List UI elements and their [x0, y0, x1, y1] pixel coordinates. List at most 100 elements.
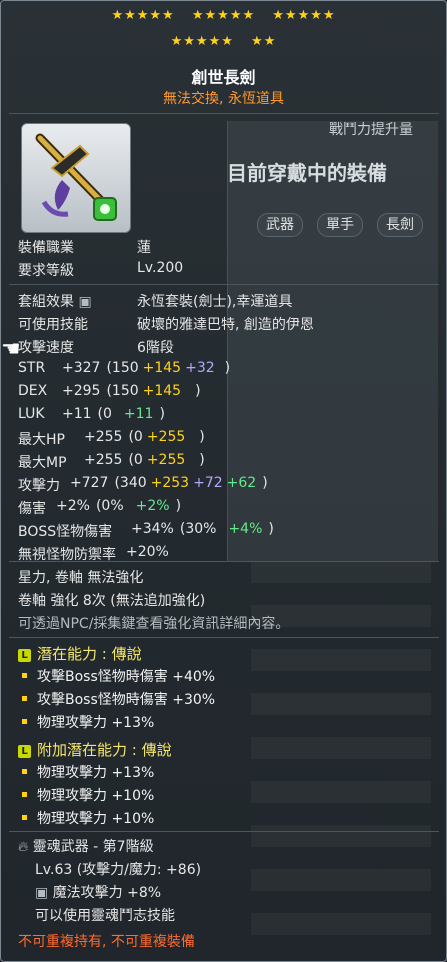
stat-add3: +4%: [228, 521, 263, 537]
currently-equipped-label: 目前穿戴中的裝備: [227, 161, 387, 185]
stat-value: +727 (340 +253 +72 +62): [70, 475, 274, 491]
stat-base: (0: [128, 452, 143, 468]
potential-line-2: 攻擊Boss怪物時傷害 +30%: [37, 692, 216, 708]
stat-base: (150: [106, 383, 139, 399]
item-name: 創世長劍: [191, 68, 256, 87]
stat-total: +295: [62, 383, 101, 399]
stat-total: +11: [62, 406, 92, 422]
set-effect-label: 套組效果 ▣: [18, 294, 92, 310]
bullet-icon: [22, 792, 27, 797]
flame-icon: 🔥︎: [18, 839, 29, 855]
stat-add1: +145: [142, 383, 182, 399]
stat-base: (0: [128, 429, 143, 445]
soul-weapon-title: 🔥︎ 靈魂武器 - 第7階級: [18, 839, 154, 855]
stat-total: +34%: [131, 521, 174, 537]
stat-close: ): [195, 383, 201, 399]
background-panel: [227, 121, 438, 561]
stat-total: +2%: [56, 498, 90, 514]
stat-add1: +145: [142, 360, 182, 376]
cursor-hand-icon: ☚: [1, 337, 21, 362]
usable-skill-label: 可使用技能: [18, 317, 88, 333]
stat-value: +295 (150 +145): [62, 383, 207, 399]
stat-add3: +11: [123, 406, 154, 422]
stat-close: ): [262, 475, 268, 491]
item-icon-frame: [21, 123, 131, 233]
stat-add1: +253: [150, 475, 190, 491]
stat-value: +20%: [126, 544, 199, 560]
usable-skill-value: 破壞的雅達巴特, 創造的伊恩: [137, 317, 314, 333]
stat-base: (340: [114, 475, 147, 491]
stat-base: (30%: [179, 521, 217, 537]
legendary-badge-icon: L: [18, 745, 31, 758]
stat-value: +2% (0% +2%): [56, 498, 187, 514]
bullet-icon: [22, 769, 27, 774]
stat-close: ): [175, 498, 182, 514]
divider: [9, 113, 439, 114]
stat-add2: +72: [193, 475, 223, 491]
attack-speed-label: 攻擊速度: [18, 340, 74, 356]
potential-line-1: 攻擊Boss怪物時傷害 +40%: [37, 669, 216, 685]
stat-close: ): [224, 360, 231, 376]
bullet-icon: [22, 673, 27, 678]
star-force-row-1: ★★★★★ ★★★★★ ★★★★★: [1, 8, 446, 23]
stat-add1: +255: [146, 452, 186, 468]
stat-add1: +255: [146, 429, 186, 445]
enhance-line-3: 可透過NPC/採集鍵查看強化資訊詳細內容。: [18, 616, 290, 632]
potential-title: L 潛在能力 : 傳說: [18, 643, 142, 664]
bullet-icon: [22, 815, 27, 820]
set-effect-value: 永恆套裝(劍士),幸運道具: [137, 294, 293, 310]
stat-value: +255 (0 +255): [84, 429, 211, 445]
req-level-value: Lv.200: [137, 260, 184, 276]
item-subtitle: 無法交換, 永恆道具: [163, 91, 284, 107]
enhance-line-2: 卷軸 強化 8次 (無法追加強化): [18, 593, 206, 609]
stat-value: +11 (0 +11): [62, 406, 171, 422]
soul-option-line: ▣ 魔法攻擊力 +8%: [35, 885, 162, 901]
stat-total: +327: [62, 360, 101, 376]
power-increase-label: 戰鬥力提升量: [329, 122, 413, 138]
divider: [9, 284, 439, 285]
stat-label: 傷害: [18, 501, 46, 517]
tag-one-handed: 單手: [317, 213, 363, 237]
stat-total: +727: [70, 475, 109, 491]
soul-option-icon: ▣: [35, 885, 49, 901]
req-job-label: 裝備職業: [18, 240, 74, 256]
stat-label: LUK: [18, 406, 45, 422]
stat-label: 攻擊力: [18, 478, 60, 494]
stat-close: ): [159, 406, 165, 422]
divider: [9, 831, 439, 832]
stat-value: +255 (0 +255): [84, 452, 211, 468]
stat-value: +327 (150 +145 +32): [62, 360, 236, 376]
soul-skill-line: 可以使用靈魂鬥志技能: [35, 908, 175, 924]
unique-equip-warning: 不可重複持有, 不可重複裝備: [18, 934, 195, 950]
stat-value: +34% (30% +4%): [131, 521, 280, 537]
stat-total: +255: [84, 429, 123, 445]
tag-long-sword: 長劍: [377, 213, 423, 237]
additional-potential-title: L 附加潛在能力 : 傳說: [18, 739, 172, 760]
star-group: ★★★★★: [170, 34, 234, 49]
star-group: ★★★★★: [191, 8, 256, 23]
req-job-value: 蓮: [137, 240, 151, 256]
legendary-badge-icon: L: [18, 649, 31, 662]
stat-total: +255: [84, 452, 123, 468]
lock-icon: ▣: [78, 294, 92, 310]
stat-close: ): [199, 429, 205, 445]
soul-level-line: Lv.63 (攻擊力/魔力: +86): [35, 862, 202, 878]
stat-close: ): [268, 521, 274, 537]
stat-close: ): [199, 452, 205, 468]
star-group: ★★: [251, 34, 277, 49]
additional-potential-line-1: 物理攻擊力 +13%: [37, 765, 155, 781]
divider: [9, 637, 439, 638]
attack-speed-value: 6階段: [137, 340, 174, 356]
stat-add2: +32: [185, 360, 215, 376]
stat-label: 最大MP: [18, 455, 67, 471]
stat-label: STR: [18, 360, 46, 376]
additional-potential-line-3: 物理攻擊力 +10%: [37, 811, 155, 827]
stat-label: DEX: [18, 383, 48, 399]
enhance-line-1: 星力, 卷軸 無法強化: [18, 570, 144, 586]
divider: [9, 561, 439, 562]
star-group: ★★★★★: [272, 8, 336, 23]
stat-base: (0%: [95, 498, 124, 514]
stat-add3: +2%: [135, 498, 170, 514]
req-level-label: 要求等級: [18, 263, 74, 279]
sword-icon: [35, 133, 117, 221]
